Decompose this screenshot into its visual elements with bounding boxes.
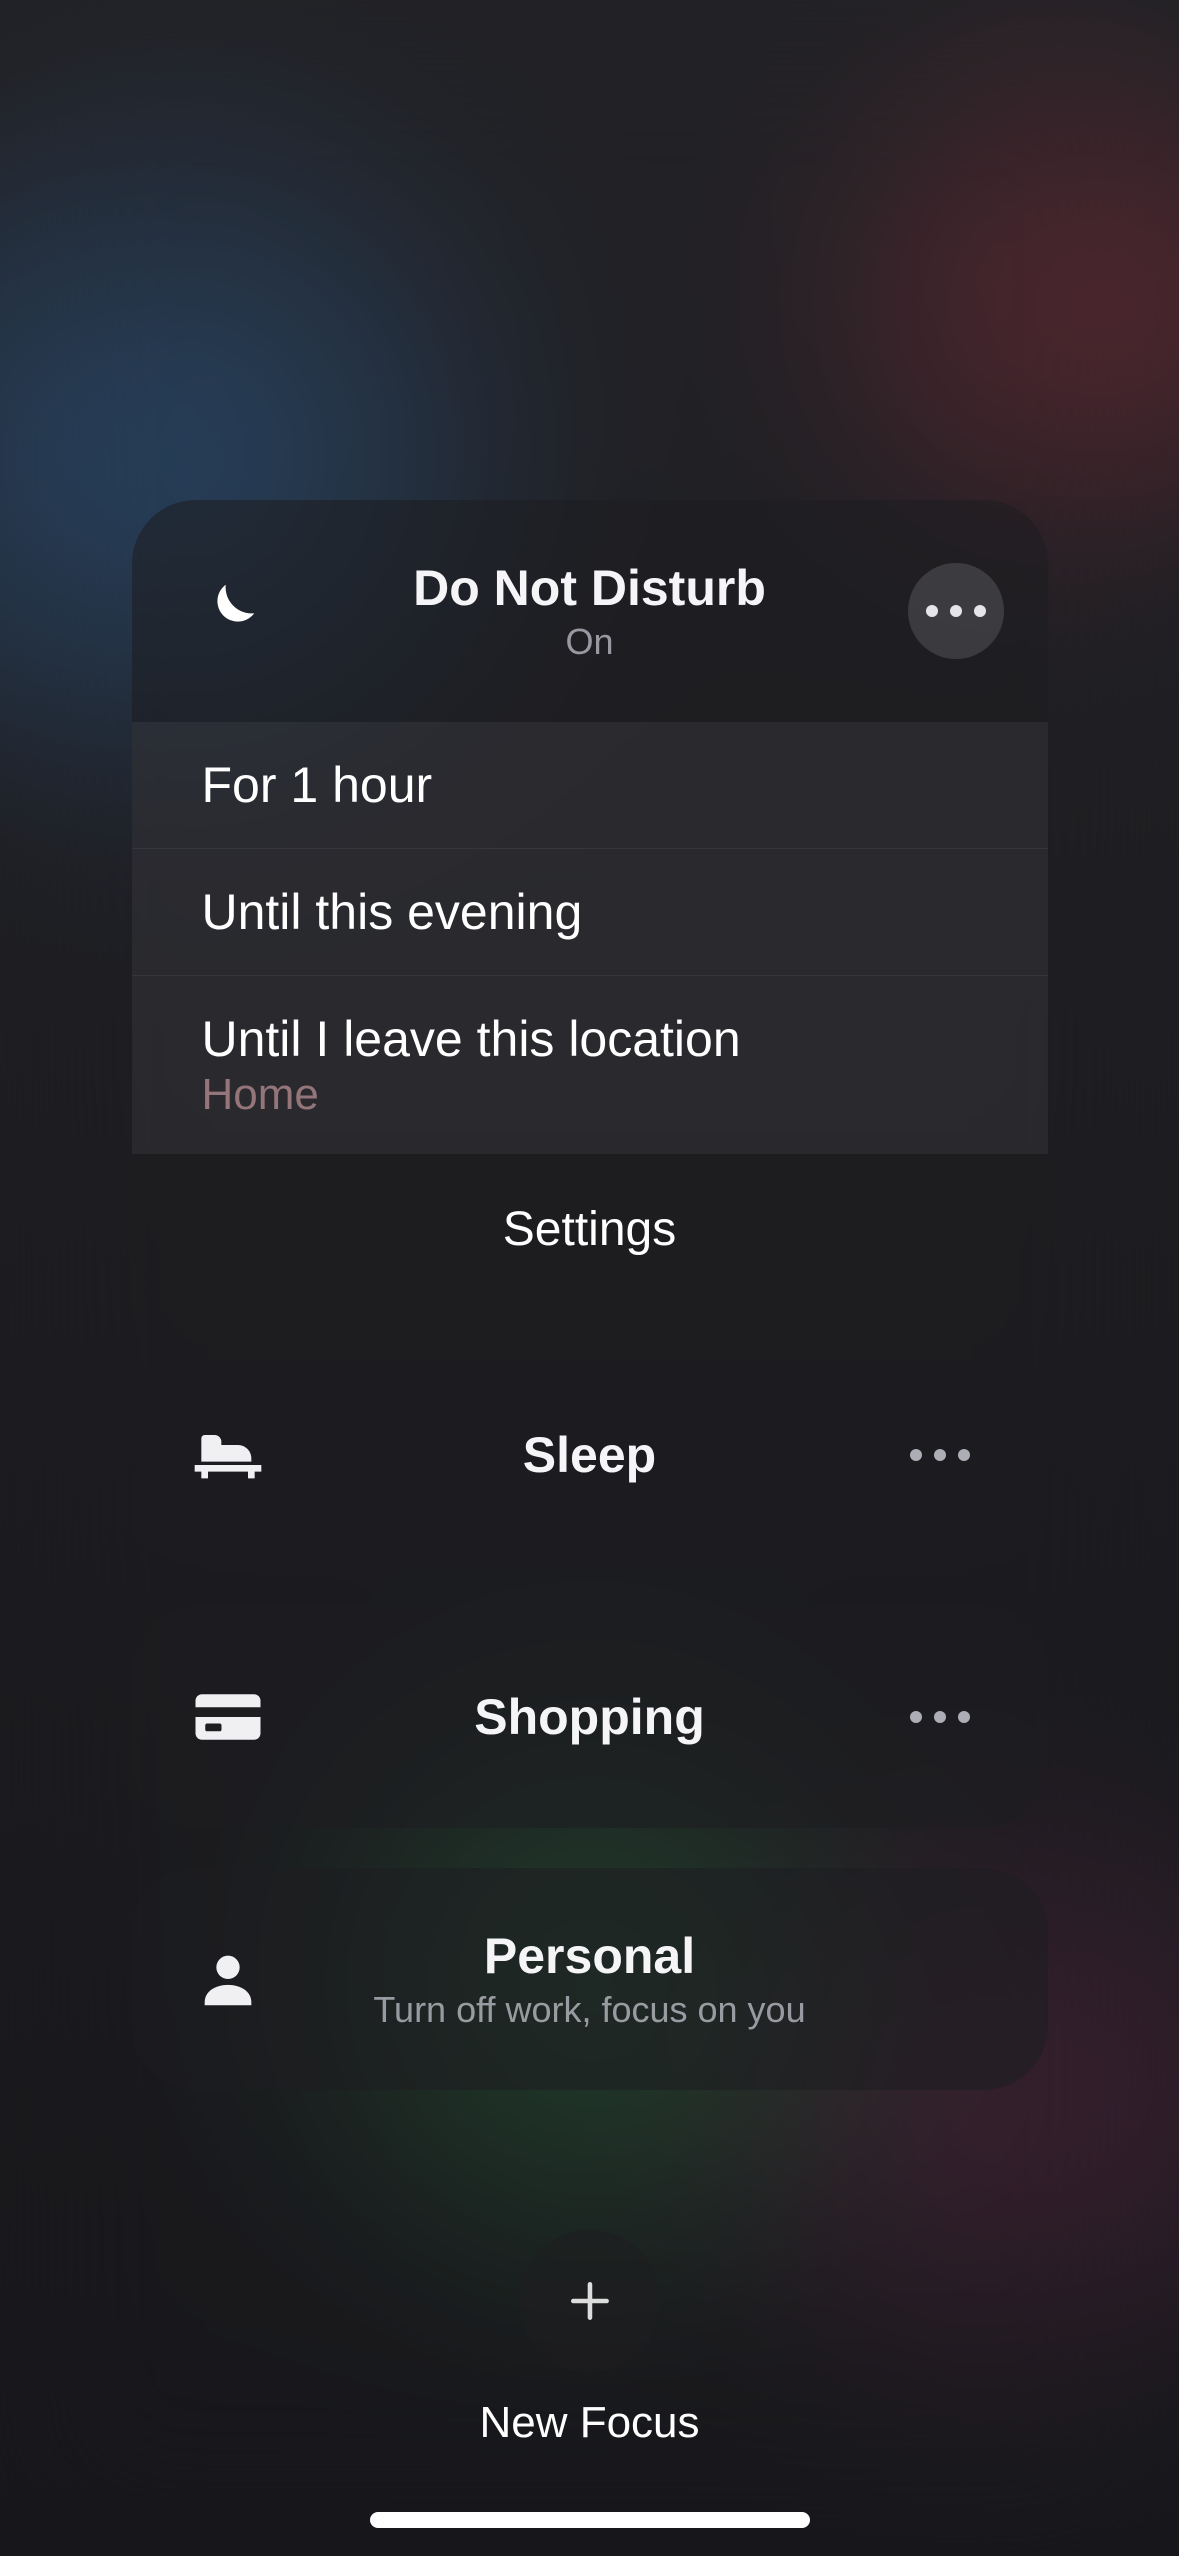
focus-label: Personal [318,1927,862,1985]
new-focus-button[interactable] [518,2230,660,2372]
dnd-options: For 1 hour Until this evening Until I le… [132,722,1048,1154]
moon-icon [188,571,268,651]
ellipsis-icon [926,605,986,617]
focus-card-personal[interactable]: Personal Turn off work, focus on you [132,1868,1048,2090]
home-indicator[interactable] [370,2512,810,2528]
option-until-this-evening[interactable]: Until this evening [132,848,1048,975]
shopping-more-button[interactable] [892,1669,988,1765]
dnd-settings-button[interactable]: Settings [132,1154,1048,1304]
dnd-status: On [318,621,862,663]
option-label: For 1 hour [202,756,978,814]
option-sublabel: Home [202,1070,978,1120]
focus-card-dnd: Do Not Disturb On For 1 hour Until this … [132,500,1048,1304]
card-icon [188,1677,268,1757]
bed-icon [188,1415,268,1495]
dnd-more-button[interactable] [908,563,1004,659]
new-focus: New Focus [479,2230,699,2448]
person-icon [188,1939,268,2019]
focus-label: Shopping [318,1688,862,1746]
ellipsis-icon [910,1449,970,1461]
focus-sublabel: Turn off work, focus on you [318,1989,862,2031]
sleep-more-button[interactable] [892,1407,988,1503]
plus-icon [564,2276,614,2326]
new-focus-label: New Focus [479,2398,699,2448]
ellipsis-icon [910,1711,970,1723]
focus-card-shopping[interactable]: Shopping [132,1606,1048,1828]
dnd-header[interactable]: Do Not Disturb On [132,500,1048,722]
focus-card-sleep[interactable]: Sleep [132,1344,1048,1566]
focus-label: Sleep [318,1426,862,1484]
option-label: Until this evening [202,883,978,941]
settings-label: Settings [503,1202,676,1257]
option-label: Until I leave this location [202,1010,978,1068]
option-for-1-hour[interactable]: For 1 hour [132,722,1048,848]
dnd-title: Do Not Disturb [318,559,862,617]
option-until-leave-location[interactable]: Until I leave this location Home [132,975,1048,1154]
focus-list: Do Not Disturb On For 1 hour Until this … [132,500,1048,2090]
